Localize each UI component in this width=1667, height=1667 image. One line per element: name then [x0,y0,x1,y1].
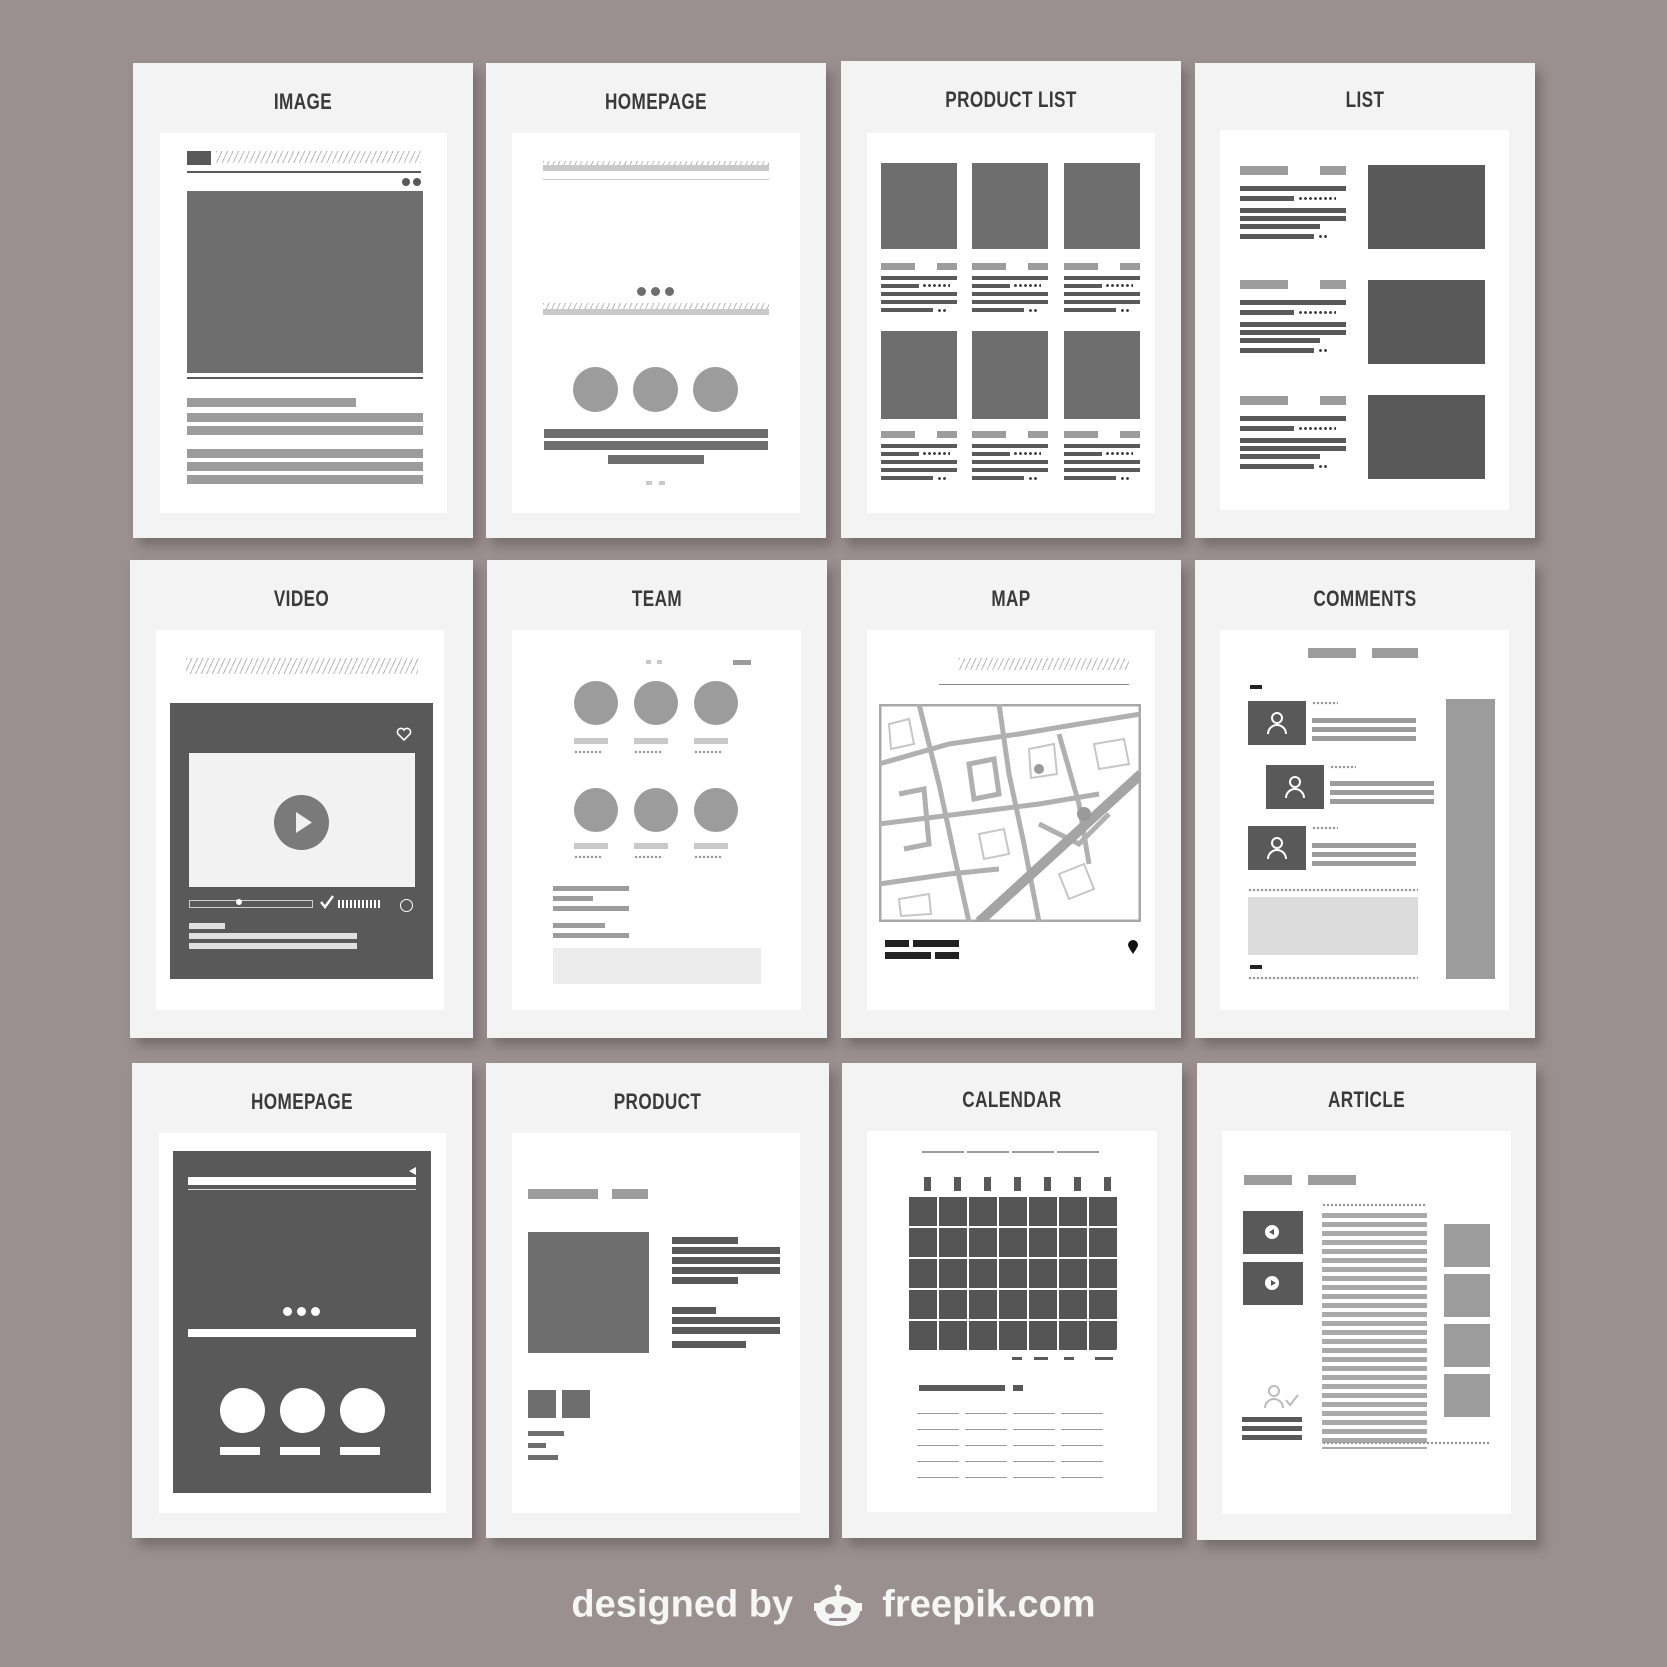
card-title: HOMEPAGE [605,89,707,114]
video-progress-bar[interactable] [189,899,313,908]
calendar-grid [907,1177,1117,1363]
footer-prefix: designed by [571,1583,794,1626]
wireframe-card-list: LIST [1195,63,1535,538]
product-thumbnail [881,163,957,249]
freepik-robot-logo [812,1583,864,1627]
play-button[interactable] [274,795,329,850]
card-canvas [512,133,800,513]
map-pin-icon [1128,940,1138,954]
team-avatar [694,788,738,832]
card-title: MAP [991,586,1031,611]
play-icon [296,812,312,833]
attribution-footer: designed by freepik.com [0,1582,1667,1627]
wireframe-card-team: TEAM [487,560,827,1038]
product-thumbnail [1064,163,1140,249]
wireframe-card-video: VIDEO [130,560,473,1038]
user-icon [1267,712,1287,735]
team-avatar [634,681,678,725]
comment-avatar [1266,765,1324,809]
wireframe-card-article: ARTICLE [1197,1063,1536,1540]
team-avatar [634,788,678,832]
card-canvas [512,630,801,1010]
heart-icon [396,727,412,741]
team-avatar [574,788,618,832]
wireframe-card-calendar: CALENDAR [842,1063,1182,1538]
wireframe-card-homepage-dark: HOMEPAGE [132,1063,472,1538]
wireframe-card-comments: COMMENTS [1195,560,1535,1038]
card-title: CALENDAR [962,1087,1062,1112]
product-thumbnail [972,331,1048,419]
card-canvas [1222,1131,1511,1514]
card-title: VIDEO [273,586,330,611]
footer-brand: freepik.com [882,1583,1096,1626]
product-thumbnail [881,331,957,419]
list-thumbnail [1368,280,1485,364]
user-icon [1267,837,1287,860]
comments-sidebar [1446,699,1495,979]
comment-avatar [1248,826,1306,870]
image-placeholder [187,191,423,373]
user-icon [1285,776,1305,799]
card-title: ARTICLE [1327,1087,1406,1112]
card-canvas [867,630,1155,1010]
card-canvas [1220,130,1509,510]
wireframe-card-product-list: PRODUCT LIST [841,61,1181,538]
user-check-icon [1264,1385,1299,1409]
card-title: HOMEPAGE [251,1089,353,1114]
wireframe-card-image: IMAGE [133,63,473,538]
wireframe-card-product: PRODUCT [486,1063,829,1538]
video-player [170,703,433,979]
list-thumbnail [1368,165,1485,249]
team-avatar [574,681,618,725]
wireframe-card-map: MAP [841,560,1181,1038]
card-title: COMMENTS [1313,586,1417,611]
product-thumbnail [972,163,1048,249]
street-map [879,704,1141,922]
card-title: TEAM [631,586,683,611]
card-canvas [1220,630,1509,1010]
product-thumbnail [1064,331,1140,419]
comment-avatar [1248,701,1306,745]
card-canvas [159,1133,446,1513]
comment-input[interactable] [1248,897,1418,955]
card-title: LIST [1345,87,1385,112]
card-title: PRODUCT LIST [945,87,1077,112]
card-title: PRODUCT [613,1089,702,1114]
list-thumbnail [1368,395,1485,479]
card-canvas [156,630,444,1010]
wireframe-card-homepage: HOMEPAGE [486,63,826,538]
product-image [528,1232,649,1353]
card-title: IMAGE [273,89,333,114]
card-canvas [160,133,447,513]
card-canvas [867,133,1155,513]
card-canvas [867,1131,1157,1512]
card-canvas [512,1133,800,1513]
team-avatar [694,681,738,725]
